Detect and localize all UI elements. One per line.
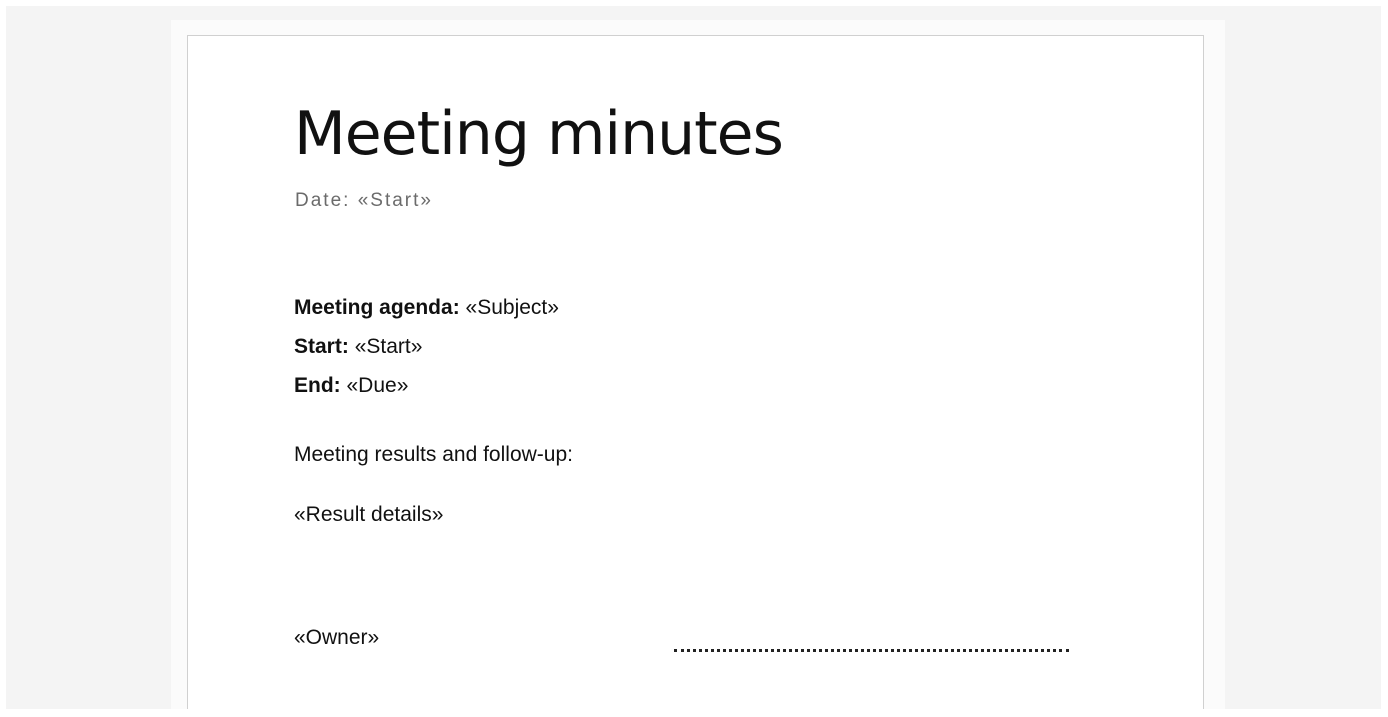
agenda-line[interactable]: Meeting agenda: «Subject» <box>294 288 559 327</box>
start-label: Start: <box>294 335 349 358</box>
start-line[interactable]: Start: «Start» <box>294 327 559 366</box>
results-heading[interactable]: Meeting results and follow-up: <box>294 443 573 467</box>
owner-name[interactable]: «Owner» <box>294 626 379 650</box>
signature-line <box>674 626 1069 652</box>
document-title[interactable]: Meeting minutes <box>294 99 784 169</box>
meeting-info[interactable]: Meeting agenda: «Subject» Start: «Start»… <box>294 288 559 405</box>
date-value: «Start» <box>357 190 433 211</box>
results-details[interactable]: «Result details» <box>294 503 443 527</box>
start-value: «Start» <box>354 335 423 358</box>
document-canvas: Meeting minutes Date: «Start» Meeting ag… <box>6 6 1381 709</box>
end-label: End: <box>294 374 341 397</box>
date-label: Date: <box>295 190 351 211</box>
end-value: «Due» <box>346 374 409 397</box>
date-line[interactable]: Date: «Start» <box>295 190 433 212</box>
end-line[interactable]: End: «Due» <box>294 366 559 405</box>
agenda-label: Meeting agenda: <box>294 296 460 319</box>
agenda-value: «Subject» <box>465 296 559 319</box>
document-page[interactable]: Meeting minutes Date: «Start» Meeting ag… <box>187 35 1204 709</box>
